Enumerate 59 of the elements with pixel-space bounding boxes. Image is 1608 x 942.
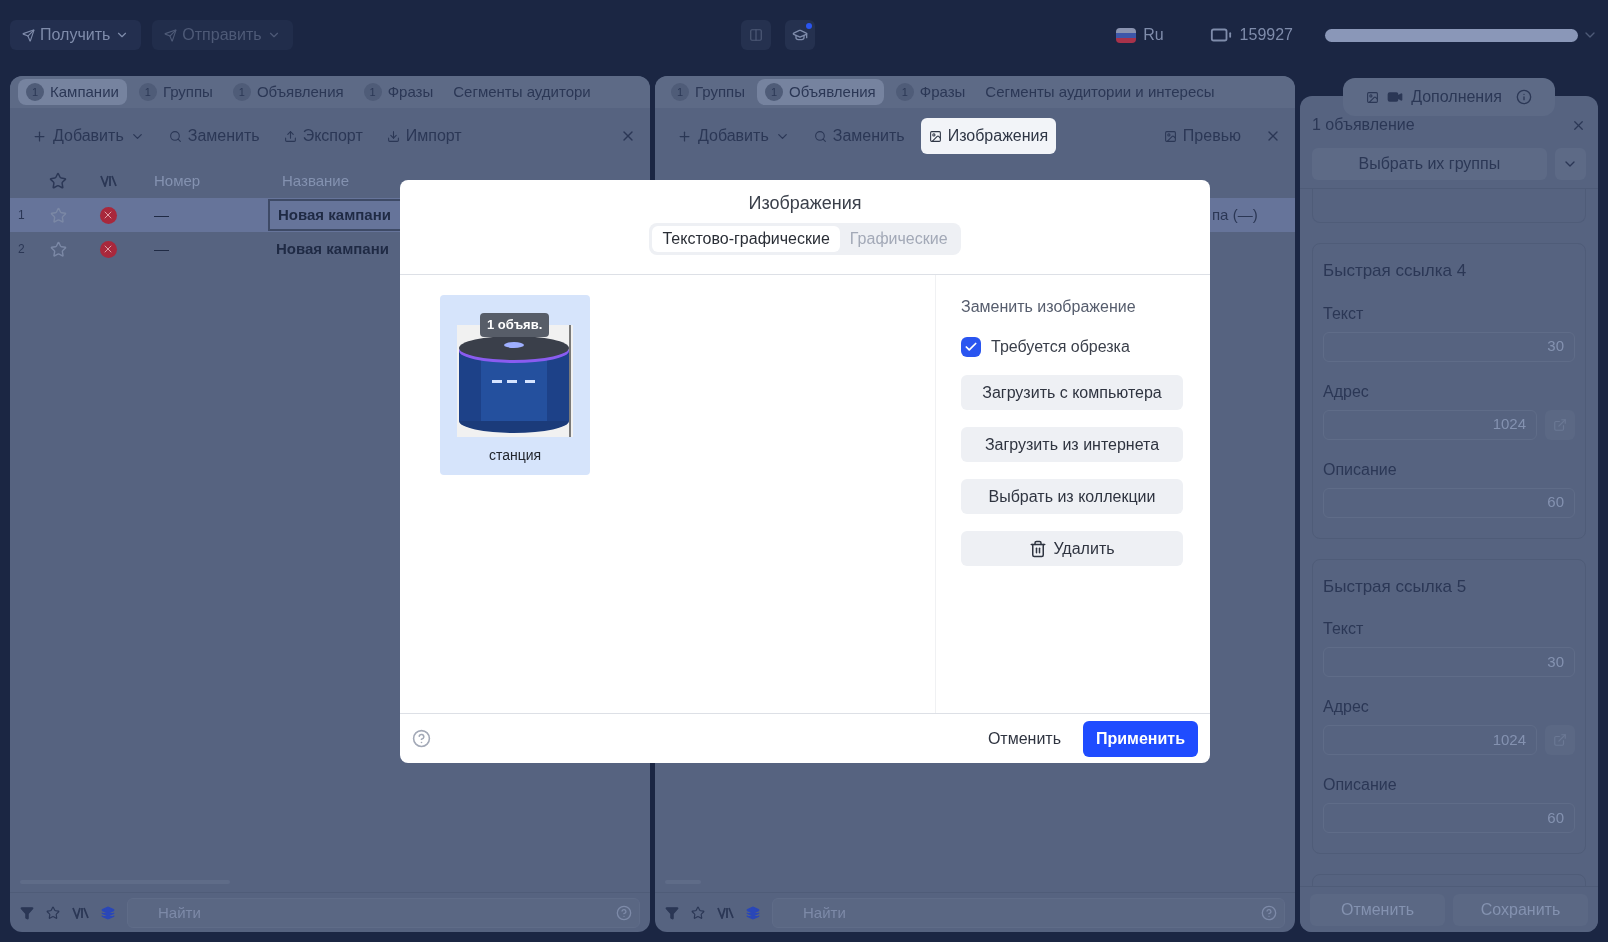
language-label[interactable]: Ru xyxy=(1143,23,1164,47)
image-icon xyxy=(1163,129,1177,143)
error-status-icon xyxy=(99,240,117,258)
image-icon xyxy=(928,129,942,143)
filter-icon[interactable] xyxy=(20,905,34,920)
arrow-icon xyxy=(164,28,178,42)
help-icon[interactable] xyxy=(616,904,632,921)
help-icon[interactable] xyxy=(412,729,431,748)
flag-icon xyxy=(1116,27,1137,43)
star-icon[interactable] xyxy=(49,172,67,190)
search-icon xyxy=(168,129,182,143)
layers-icon[interactable] xyxy=(101,905,115,920)
image-badge: 1 объяв. xyxy=(480,313,550,337)
split-icon xyxy=(717,906,734,919)
info-icon[interactable] xyxy=(1515,89,1532,105)
action-button[interactable]: Выбрать из коллекции xyxy=(961,479,1183,514)
toolbar-button[interactable]: Изображения xyxy=(920,118,1057,154)
split-icon xyxy=(99,175,117,187)
upload-icon xyxy=(283,129,297,143)
image-caption: станция xyxy=(488,446,542,465)
download-icon xyxy=(386,129,400,143)
star-icon[interactable] xyxy=(46,905,60,920)
section-title: Заменить изображение xyxy=(961,297,1137,317)
tab[interactable]: Текстово-графические xyxy=(652,226,840,252)
help-icon[interactable] xyxy=(1261,904,1277,921)
filter-icon[interactable] xyxy=(665,905,679,920)
image-tile[interactable]: 1 объяв. станция xyxy=(440,295,590,475)
row-number: 1 xyxy=(17,207,26,224)
trash-icon xyxy=(1029,539,1048,558)
plus-icon xyxy=(677,128,692,144)
dropdown-button[interactable] xyxy=(1554,148,1586,180)
check-icon xyxy=(964,340,978,354)
layout-icon[interactable] xyxy=(740,20,771,50)
search-icon xyxy=(813,129,827,143)
table-cell-text: — xyxy=(153,238,170,259)
delete-button[interactable]: Удалить xyxy=(961,531,1183,566)
tab[interactable]: Графические xyxy=(839,226,958,252)
graduation-cap-icon[interactable] xyxy=(784,20,815,50)
error-status-icon xyxy=(99,206,117,224)
star-icon[interactable] xyxy=(49,240,67,258)
action-button[interactable]: Загрузить из интернета xyxy=(961,427,1183,462)
dialog-title: Изображения xyxy=(748,192,862,215)
star-icon[interactable] xyxy=(691,905,705,920)
layers-icon[interactable] xyxy=(746,905,760,920)
apply-button[interactable]: Применить xyxy=(1083,720,1198,757)
video-icon xyxy=(1387,89,1404,105)
cancel-button[interactable]: Отменить xyxy=(973,720,1075,757)
action-button[interactable]: Загрузить с компьютера xyxy=(961,375,1183,410)
checkbox[interactable] xyxy=(961,337,981,357)
arrow-icon xyxy=(22,28,35,42)
receive-button[interactable]: Получить xyxy=(10,20,142,50)
table-cell-text: — xyxy=(153,204,170,225)
table-cell-text: па (—) xyxy=(1212,204,1258,225)
image-icon xyxy=(1366,90,1380,104)
split-icon xyxy=(72,906,89,919)
plus-icon xyxy=(32,128,47,144)
checkbox-label: Требуется обрезка xyxy=(991,337,1130,357)
balance-label: 159927 xyxy=(1239,25,1293,45)
account-bar[interactable] xyxy=(1325,28,1578,42)
